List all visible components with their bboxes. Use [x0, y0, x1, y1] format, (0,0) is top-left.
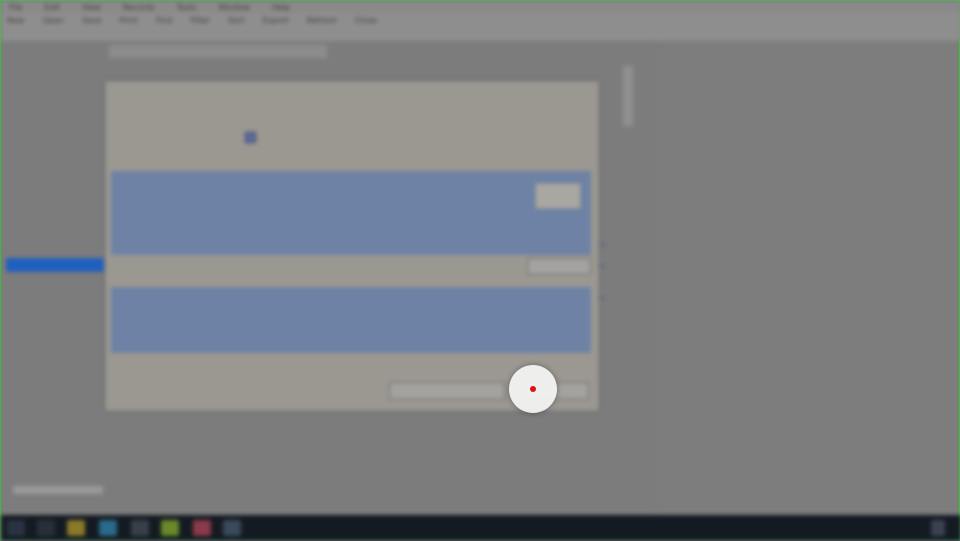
toolbar-button[interactable]: Export	[262, 16, 288, 38]
status-progress-bar	[13, 486, 103, 494]
right-panel-button[interactable]	[599, 244, 605, 246]
menu-item[interactable]: Records	[123, 3, 155, 12]
toolbar-button[interactable]: Print	[119, 16, 137, 38]
app-icon[interactable]	[161, 520, 179, 536]
data-grid-1[interactable]	[111, 171, 591, 255]
cursor-icon	[530, 386, 536, 392]
app-icon[interactable]	[193, 520, 211, 536]
toolbar-button[interactable]: Save	[82, 16, 102, 38]
toolbar-button[interactable]: Find	[156, 16, 172, 38]
background-window-subtitle	[461, 45, 531, 58]
toolbar-button[interactable]: Filter	[190, 16, 210, 38]
grid-action-button[interactable]	[527, 258, 591, 275]
toolbar-button[interactable]: Close	[355, 16, 377, 38]
toolbar: New Open Save Print Find Filter Sort Exp…	[1, 13, 960, 41]
menu-bar: File Edit View Records Tools Window Help	[1, 1, 960, 13]
vertical-scrollbar[interactable]	[623, 66, 633, 126]
toolbar-button[interactable]: Open	[42, 16, 63, 38]
toolbar-button[interactable]: New	[7, 16, 24, 38]
folder-icon[interactable]	[67, 520, 85, 536]
start-icon[interactable]	[7, 520, 25, 536]
menu-item[interactable]: View	[82, 3, 101, 12]
menu-item[interactable]: Edit	[44, 3, 60, 12]
menu-item[interactable]: File	[9, 3, 22, 12]
grid-header	[111, 171, 591, 181]
menu-item[interactable]: Tools	[177, 3, 197, 12]
background-sidebar	[5, 71, 105, 125]
table-row[interactable]	[111, 199, 591, 209]
menu-item[interactable]: Window	[218, 3, 250, 12]
menu-item[interactable]: Help	[272, 3, 290, 12]
background-window-title	[109, 45, 327, 58]
toolbar-button[interactable]: Sort	[228, 16, 244, 38]
browser-icon[interactable]	[99, 520, 117, 536]
grid-cell-editor[interactable]	[535, 183, 581, 209]
grid-header	[111, 287, 591, 297]
option-checkbox[interactable]	[245, 132, 256, 143]
app-icon[interactable]	[131, 520, 149, 536]
background-status-bar	[5, 484, 245, 496]
right-panel-button[interactable]	[599, 265, 605, 267]
right-panel-button[interactable]	[599, 297, 605, 299]
app-icon[interactable]	[223, 520, 241, 536]
taskbar	[1, 515, 960, 541]
selected-row-highlight[interactable]	[6, 258, 104, 272]
data-grid-2[interactable]	[111, 287, 591, 353]
toolbar-button[interactable]: Refresh	[307, 16, 337, 38]
dialog-title	[109, 69, 269, 79]
secondary-button[interactable]	[389, 382, 505, 400]
notification-icon[interactable]	[931, 520, 945, 536]
table-row[interactable]	[111, 186, 591, 196]
blurred-screen: File Edit View Records Tools Window Help…	[1, 1, 960, 541]
search-icon[interactable]	[37, 520, 55, 536]
